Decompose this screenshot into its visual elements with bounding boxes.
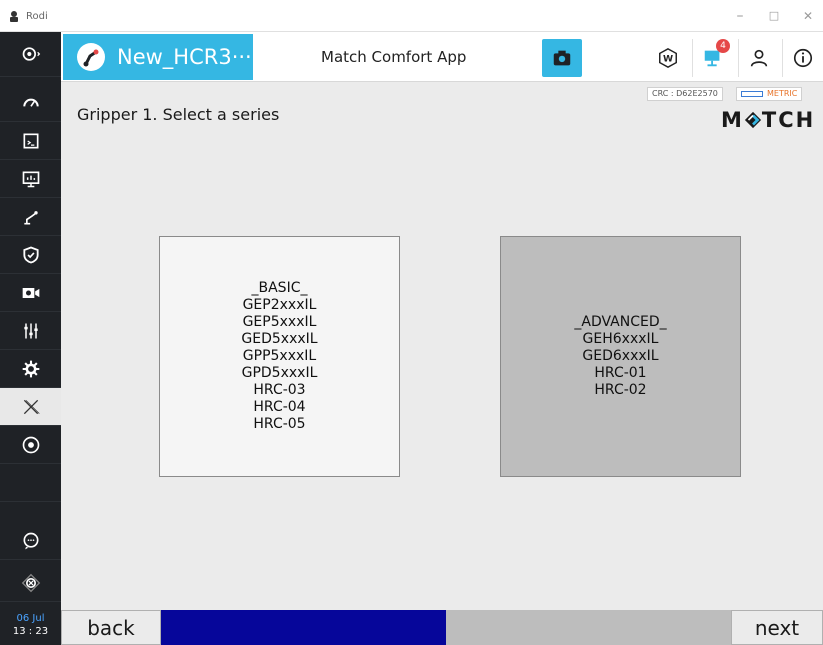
top-bar: New_HCR3··· Match Comfort App W 4 — [61, 32, 823, 82]
camera-config-icon — [22, 287, 39, 298]
info-icon — [793, 48, 812, 68]
workspace-w-icon: W — [659, 47, 677, 69]
x-app-icon — [23, 399, 40, 414]
series-card-advanced[interactable]: _ADVANCED_ GEH6xxxIL GED6xxxIL HRC-01 HR… — [500, 236, 741, 477]
chat-icon — [23, 532, 38, 549]
sidebar-item-empty — [0, 464, 61, 502]
robot-arm-icon — [23, 210, 38, 224]
sidebar: 06 Jul 13 : 23 — [0, 32, 61, 645]
workspace-button[interactable]: W — [648, 39, 688, 77]
logo-menu-icon — [22, 47, 40, 61]
emergency-stop-icon — [21, 573, 40, 592]
project-name: New_HCR3··· — [117, 45, 252, 69]
series-card-basic[interactable]: _BASIC_ GEP2xxxIL GEP5xxxIL GED5xxxIL GP… — [159, 236, 400, 477]
title-bar: Rodi – □ ✕ — [0, 0, 823, 32]
crc-indicator: CRC : D62E2570 — [647, 87, 723, 101]
brand-right-text: TCH — [761, 108, 816, 132]
minimize-button[interactable]: – — [726, 4, 754, 28]
notification-badge: 4 — [716, 39, 730, 53]
network-button[interactable]: 4 — [692, 39, 732, 77]
sidebar-item-chat[interactable] — [0, 522, 61, 560]
app-window: Rodi – □ ✕ 06 Jul 13: 23 New_HCR3··· Ma… — [0, 0, 823, 645]
monitor-icon — [22, 171, 39, 187]
series-model: GEP2xxxIL — [242, 297, 317, 313]
series-model: HRC-05 — [253, 416, 306, 432]
shield-icon — [22, 246, 39, 263]
series-model: GPD5xxxIL — [241, 365, 318, 381]
next-button[interactable]: next — [731, 610, 823, 645]
match-brand-logo: M TCH — [721, 108, 815, 132]
sidebar-item-camera[interactable] — [0, 274, 61, 312]
series-model: GEP5xxxIL — [242, 314, 317, 330]
brand-o-icon — [744, 111, 762, 129]
sidebar-item-x-app[interactable] — [0, 388, 61, 426]
series-name: _ADVANCED_ — [574, 314, 667, 330]
close-button[interactable]: ✕ — [794, 4, 822, 28]
app-name: Match Comfort App — [321, 48, 467, 66]
sidebar-item-robot[interactable] — [0, 198, 61, 236]
sidebar-item-speed[interactable] — [0, 84, 61, 122]
series-model: HRC-02 — [594, 382, 647, 398]
sidebar-item-menu[interactable] — [0, 32, 61, 77]
program-icon — [23, 133, 38, 148]
camera-button[interactable] — [542, 39, 582, 77]
bottom-bar: back next — [61, 610, 823, 645]
progress-bar-fill — [161, 610, 446, 645]
series-model: GED5xxxIL — [241, 331, 318, 347]
speedometer-icon — [22, 98, 39, 107]
rodi-app-icon — [10, 11, 18, 22]
date-text: 06 Jul — [16, 613, 45, 624]
user-icon — [750, 49, 767, 67]
sidebar-item-monitor[interactable] — [0, 160, 61, 198]
record-icon — [22, 436, 39, 453]
sidebar-item-tuning[interactable] — [0, 312, 61, 350]
back-button[interactable]: back — [61, 610, 161, 645]
page-title: Gripper 1. Select a series — [77, 105, 280, 124]
series-model: HRC-04 — [253, 399, 306, 415]
sidebar-item-record[interactable] — [0, 426, 61, 464]
maximize-button[interactable]: □ — [760, 4, 788, 28]
svg-text:W: W — [663, 54, 673, 65]
series-model: GEH6xxxIL — [582, 331, 659, 347]
sidebar-item-estop[interactable] — [0, 564, 61, 602]
window-title: Rodi — [26, 11, 48, 22]
settings-icon — [22, 360, 39, 377]
project-robot-icon — [77, 43, 105, 71]
series-model: HRC-01 — [594, 365, 647, 381]
sidebar-item-program[interactable] — [0, 122, 61, 160]
series-model: GED6xxxIL — [582, 348, 659, 364]
brand-left-text: M — [721, 108, 744, 132]
unit-indicator: METRIC — [736, 87, 803, 101]
info-button[interactable] — [782, 39, 822, 77]
main-content: Gripper 1. Select a series CRC : D62E257… — [61, 83, 823, 610]
camera-icon — [553, 50, 571, 66]
unit-label: METRIC — [767, 89, 798, 98]
ruler-icon — [741, 90, 763, 97]
series-model: HRC-03 — [253, 382, 306, 398]
user-button[interactable] — [738, 39, 778, 77]
sliders-icon — [23, 323, 38, 338]
sidebar-item-settings[interactable] — [0, 350, 61, 388]
series-model: GPP5xxxIL — [242, 348, 317, 364]
time-text: 13 : 23 — [12, 626, 49, 637]
sidebar-item-safety[interactable] — [0, 236, 61, 274]
series-name: _BASIC_ — [251, 280, 308, 296]
project-tab[interactable]: New_HCR3··· — [63, 34, 253, 80]
sidebar-datetime: 06 Jul 13 : 23 — [0, 607, 61, 645]
